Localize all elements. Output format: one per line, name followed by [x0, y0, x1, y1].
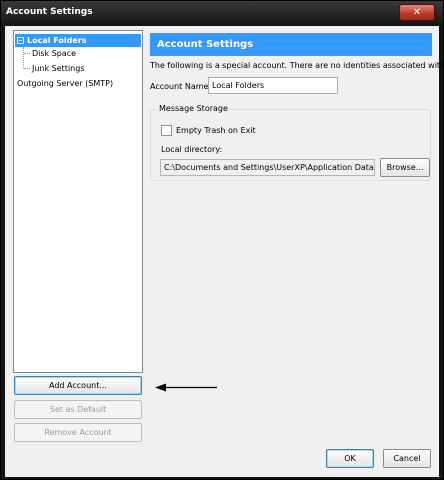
message-storage-group: Message Storage Empty Trash on Exit Loca… — [150, 104, 431, 181]
panel-header: Account Settings — [150, 33, 432, 56]
set-as-default-button[interactable]: Set as Default — [14, 400, 142, 419]
empty-trash-checkbox[interactable] — [161, 125, 172, 136]
browse-button[interactable]: Browse... — [380, 158, 430, 177]
tree-item-label: Outgoing Server (SMTP) — [17, 79, 114, 88]
message-storage-legend: Message Storage — [157, 104, 230, 113]
account-name-input[interactable]: Local Folders — [208, 77, 338, 94]
ok-button[interactable]: OK — [326, 449, 374, 468]
dialog-client-area: Local Folders Disk Space Junk Settings O… — [5, 26, 444, 477]
annotation-arrow-icon — [155, 383, 217, 392]
tree-item-disk-space[interactable]: Disk Space — [32, 47, 76, 60]
collapse-icon[interactable] — [17, 37, 24, 44]
tree-connector — [23, 47, 24, 69]
tree-connector — [24, 68, 30, 69]
empty-trash-label[interactable]: Empty Trash on Exit — [176, 126, 256, 135]
title-bar[interactable]: Account Settings ✕ — [1, 1, 443, 25]
tree-item-label: Disk Space — [32, 49, 77, 58]
tree-item-outgoing-server[interactable]: Outgoing Server (SMTP) — [17, 77, 113, 90]
remove-account-button[interactable]: Remove Account — [14, 423, 142, 442]
window-title: Account Settings — [6, 7, 93, 17]
close-button[interactable]: ✕ — [399, 4, 435, 21]
tree-item-junk-settings[interactable]: Junk Settings — [32, 62, 85, 75]
tree-connector — [24, 53, 30, 54]
cancel-button[interactable]: Cancel — [383, 449, 431, 468]
local-directory-label: Local directory: — [161, 145, 223, 154]
tree-item-label: Local Folders — [27, 36, 87, 45]
tree-item-label: Junk Settings — [32, 64, 85, 73]
local-directory-field[interactable]: C:\Documents and Settings\UserXP\Applica… — [160, 159, 375, 176]
account-settings-window: Account Settings ✕ Local Folders Disk Sp… — [0, 0, 444, 480]
account-description: The following is a special account. Ther… — [150, 61, 444, 70]
add-account-button[interactable]: Add Account... — [14, 376, 142, 395]
account-name-label: Account Name: — [150, 82, 212, 91]
account-tree[interactable]: Local Folders Disk Space Junk Settings O… — [13, 30, 143, 373]
tree-item-local-folders[interactable]: Local Folders — [15, 34, 141, 47]
